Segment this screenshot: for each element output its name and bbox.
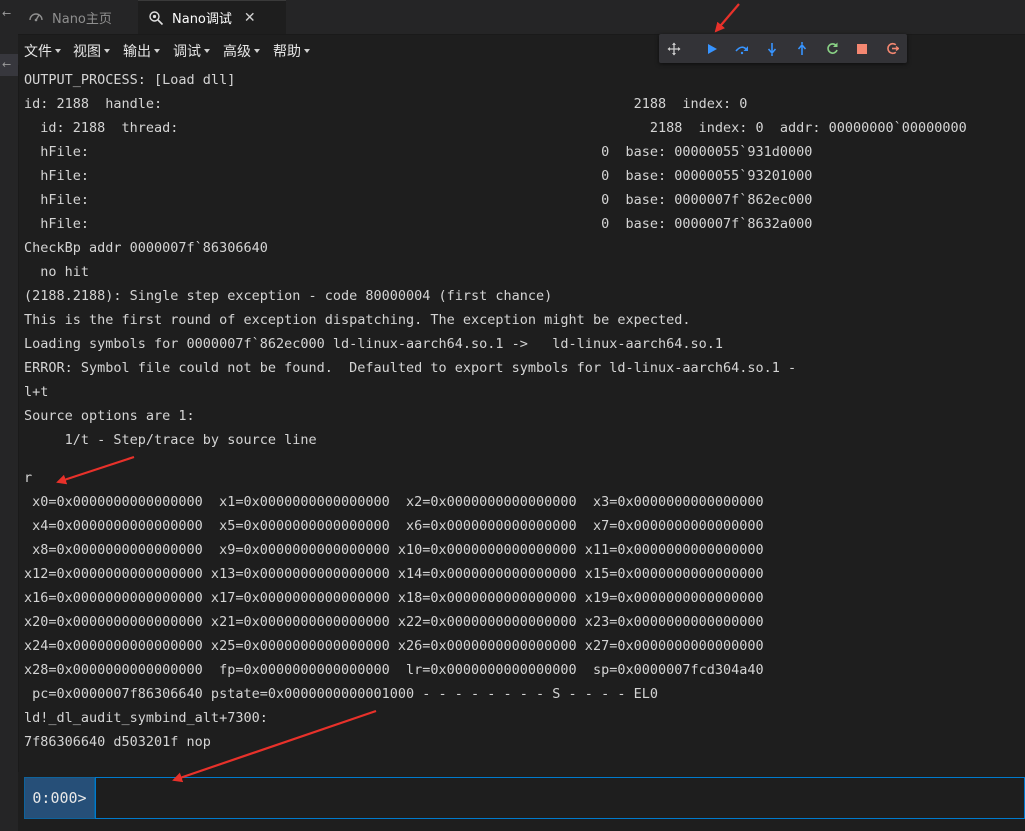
- output-line: no hit: [24, 264, 90, 280]
- command-input[interactable]: [95, 777, 1025, 819]
- tab-nano-home[interactable]: Nano主页: [18, 0, 136, 34]
- output-line: x16=0x0000000000000000 x17=0x00000000000…: [24, 590, 764, 606]
- output-line: x12=0x0000000000000000 x13=0x00000000000…: [24, 566, 764, 582]
- left-activity-strip: ← ←: [0, 0, 19, 831]
- tab-label: Nano调试: [172, 12, 232, 27]
- output-line: id: 2188 thread: 2188 index: 0 addr: 000…: [24, 120, 967, 136]
- output-line: x20=0x0000000000000000 x21=0x00000000000…: [24, 614, 764, 630]
- continue-icon[interactable]: [697, 34, 727, 63]
- output-line: x8=0x0000000000000000 x9=0x0000000000000…: [24, 542, 764, 558]
- debug-toolbar: [659, 34, 907, 63]
- menu-file[interactable]: 文件: [24, 41, 61, 61]
- output-line: hFile: 0 base: 00000055`931d0000: [24, 144, 813, 160]
- step-over-icon[interactable]: [727, 34, 757, 63]
- command-bar: 0:000>: [18, 772, 1025, 831]
- output-line: ld!_dl_audit_symbind_alt+7300:: [24, 710, 268, 726]
- caret-down-icon: [55, 49, 61, 53]
- caret-down-icon: [204, 49, 210, 53]
- output-line: l+t: [24, 384, 49, 400]
- drag-handle-icon[interactable]: [659, 34, 689, 63]
- output-line: 7f86306640 d503201f nop: [24, 734, 211, 750]
- menu-view[interactable]: 视图: [73, 41, 110, 61]
- output-line: r: [24, 470, 33, 486]
- output-line: pc=0x0000007f86306640 pstate=0x000000000…: [24, 686, 658, 702]
- debug-search-icon: [148, 10, 166, 26]
- output-line: hFile: 0 base: 00000055`93201000: [24, 168, 813, 184]
- caret-down-icon: [254, 49, 260, 53]
- output-line: x24=0x0000000000000000 x25=0x00000000000…: [24, 638, 764, 654]
- tab-label: Nano主页: [52, 11, 112, 27]
- output-line: x28=0x0000000000000000 fp=0x000000000000…: [24, 662, 764, 678]
- output-line: hFile: 0 base: 0000007f`862ec000: [24, 192, 813, 208]
- output-line: CheckBp addr 0000007f`86306640: [24, 240, 268, 256]
- restart-icon[interactable]: [817, 34, 847, 63]
- caret-down-icon: [154, 49, 160, 53]
- menu-help[interactable]: 帮助: [273, 41, 310, 61]
- output-line: ERROR: Symbol file could not be found. D…: [24, 360, 797, 376]
- tab-nano-debug[interactable]: Nano调试 ✕: [138, 0, 286, 34]
- stop-icon[interactable]: [847, 34, 877, 63]
- step-out-icon[interactable]: [787, 34, 817, 63]
- caret-down-icon: [304, 49, 310, 53]
- disconnect-icon[interactable]: [877, 34, 907, 63]
- dashboard-icon: [28, 9, 46, 25]
- menu-output[interactable]: 输出: [123, 41, 160, 61]
- close-icon[interactable]: ✕: [244, 10, 256, 26]
- debug-output-panel: OUTPUT_PROCESS: [Load dll] id: 2188 hand…: [18, 66, 1025, 772]
- output-line: Loading symbols for 0000007f`862ec000 ld…: [24, 336, 723, 352]
- output-line: x4=0x0000000000000000 x5=0x0000000000000…: [24, 518, 764, 534]
- output-line: x0=0x0000000000000000 x1=0x0000000000000…: [24, 494, 764, 510]
- output-line: Source options are 1:: [24, 408, 195, 424]
- output-line: id: 2188 handle: 2188 index: 0: [24, 96, 748, 112]
- output-line: This is the first round of exception dis…: [24, 312, 691, 328]
- output-line: (2188.2188): Single step exception - cod…: [24, 288, 553, 304]
- tab-bar: Nano主页 Nano调试 ✕: [18, 0, 1025, 35]
- menu-debug[interactable]: 调试: [173, 41, 210, 61]
- output-line: hFile: 0 base: 0000007f`8632a000: [24, 216, 813, 232]
- command-prompt-label: 0:000>: [24, 777, 95, 819]
- left-strip-glyph: ←: [2, 7, 12, 20]
- left-strip-glyph: ←: [2, 58, 12, 71]
- menu-advanced[interactable]: 高级: [223, 41, 260, 61]
- caret-down-icon: [104, 49, 110, 53]
- output-line: OUTPUT_PROCESS: [Load dll]: [24, 72, 236, 88]
- step-into-icon[interactable]: [757, 34, 787, 63]
- output-line: 1/t - Step/trace by source line: [24, 432, 317, 448]
